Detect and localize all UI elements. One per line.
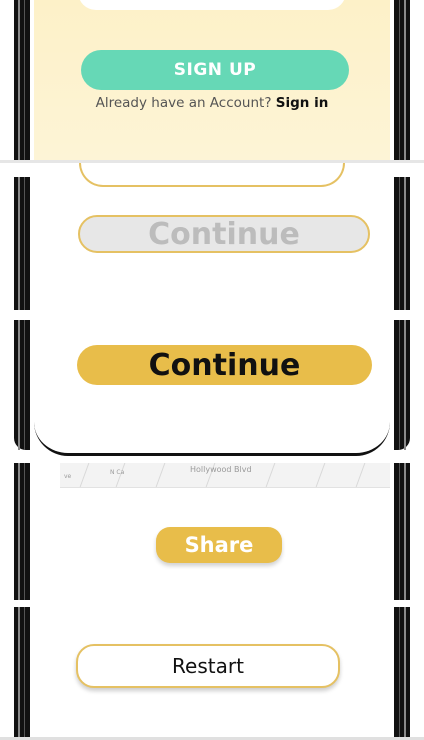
continue-active-screen: Continue [34,320,390,456]
phone-bezel-right [390,163,424,310]
map-street-label: Hollywood Blvd [190,465,252,474]
phone-bezel-left [0,163,34,310]
restart-panel: Restart [0,607,424,740]
continue-disabled-screen: Continue [34,163,390,310]
share-button[interactable]: Share [156,527,282,563]
panel-divider [0,600,424,607]
share-screen: ve N Ca Hollywood Blvd Share [34,463,390,600]
restart-screen: Restart [34,607,390,740]
signin-link[interactable]: Sign in [276,95,329,111]
signup-screen: SIGN UP Already have an Account? Sign in [34,0,390,160]
phone-bezel-left [0,463,34,600]
previous-field[interactable] [78,0,346,10]
account-prompt-line: Already have an Account? Sign in [34,95,390,111]
phone-bezel-left [0,320,34,456]
map-view[interactable]: ve N Ca Hollywood Blvd [60,463,390,488]
signup-panel: SIGN UP Already have an Account? Sign in [0,0,424,160]
panel-divider [0,456,424,463]
continue-button[interactable]: Continue [77,345,372,385]
phone-bezel-right [390,607,424,740]
continue-disabled-panel: Continue [0,163,424,310]
map-street-label-small: ve [64,473,72,480]
continue-active-panel: Continue [0,320,424,456]
restart-button[interactable]: Restart [76,644,340,688]
account-prompt-text: Already have an Account? [95,95,272,111]
continue-button-disabled[interactable]: Continue [78,215,370,253]
phone-bezel-left [0,607,34,740]
share-panel: ve N Ca Hollywood Blvd Share [0,463,424,600]
map-street-label-nca: N Ca [110,469,125,476]
panel-divider [0,310,424,320]
phone-bezel-left [0,0,34,160]
phone-bezel-right [390,0,424,160]
phone-bezel-right [390,320,424,456]
previous-input-field[interactable] [79,163,345,187]
phone-bezel-right [390,463,424,600]
signup-button[interactable]: SIGN UP [81,50,349,90]
